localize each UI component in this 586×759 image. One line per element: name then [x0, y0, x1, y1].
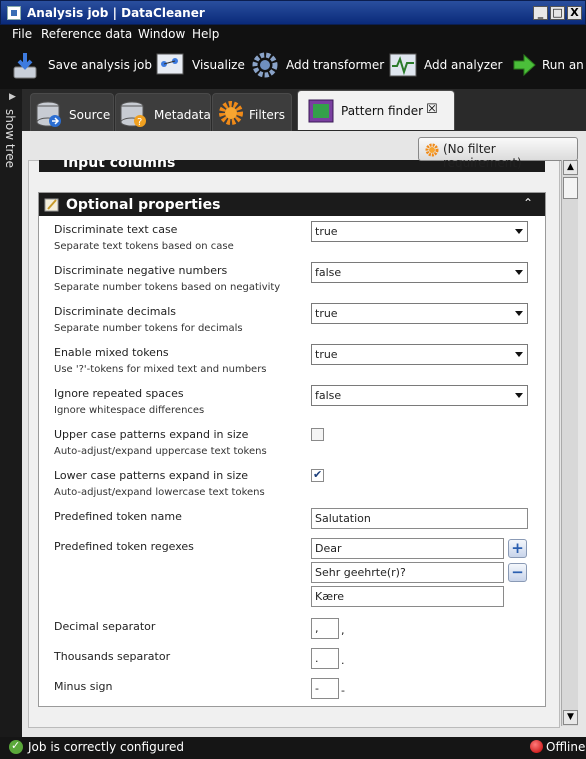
app-icon — [7, 6, 21, 20]
offline-indicator-icon — [530, 740, 543, 753]
property-label: Ignore repeated spaces — [54, 387, 184, 400]
scroll-down-icon[interactable]: ▼ — [563, 710, 578, 725]
ignore-repeated-spaces-select[interactable]: false — [311, 385, 528, 406]
token-regex-input[interactable]: Sehr geehrte(r)? — [311, 562, 504, 583]
gear-icon — [252, 52, 278, 78]
title-bar: Analysis job | DataCleaner _ □ X — [0, 0, 586, 25]
tab-bar: Source ? Metadata Filters Pattern finder… — [22, 89, 586, 131]
visualize-button[interactable]: Visualize — [155, 51, 245, 81]
database-icon — [36, 101, 61, 127]
visualize-icon — [156, 53, 184, 75]
vertical-scrollbar[interactable]: ▲ ▼ — [561, 160, 578, 726]
window-title: Analysis job | DataCleaner — [27, 6, 205, 20]
tab-source[interactable]: Source — [30, 93, 114, 131]
dropdown-arrow-icon — [515, 311, 523, 316]
status-message: Job is correctly configured — [28, 740, 184, 754]
add-regex-button[interactable]: + — [508, 539, 527, 558]
add-analyzer-button[interactable]: Add analyzer — [388, 51, 503, 81]
discriminate-text-case-select[interactable]: true — [311, 221, 528, 242]
close-button[interactable]: X — [567, 6, 582, 20]
analyzer-icon — [389, 53, 417, 77]
dropdown-arrow-icon — [515, 270, 523, 275]
add-transformer-button[interactable]: Add transformer — [251, 51, 386, 81]
tab-filters[interactable]: Filters — [212, 93, 292, 131]
property-label: Minus sign — [54, 680, 113, 693]
property-label: Discriminate text case — [54, 223, 178, 236]
maximize-button[interactable]: □ — [550, 6, 565, 20]
property-label: Discriminate decimals — [54, 305, 177, 318]
filter-requirement-button[interactable]: (No filter requirement) — [418, 137, 578, 170]
check-icon — [9, 739, 23, 754]
show-tree-panel[interactable]: ▶ show tree — [0, 89, 22, 737]
close-tab-icon[interactable]: ☒ — [426, 102, 438, 117]
discriminate-negative-numbers-select[interactable]: false — [311, 262, 528, 283]
run-arrow-icon — [513, 53, 536, 77]
show-tree-label: show tree — [3, 109, 17, 168]
scroll-thumb[interactable] — [563, 177, 578, 199]
property-description: Separate text tokens based on case — [54, 241, 234, 252]
thousands-separator-preview: . — [341, 654, 345, 667]
property-label: Discriminate negative numbers — [54, 264, 228, 277]
dropdown-arrow-icon — [515, 393, 523, 398]
filter-gear-icon — [219, 101, 243, 125]
property-label: Lower case patterns expand in size — [54, 469, 248, 482]
collapse-icon[interactable]: ⌃ — [523, 196, 533, 210]
tab-pattern-finder[interactable]: Pattern finder ☒ — [297, 90, 455, 130]
lower-case-expand-checkbox[interactable] — [311, 468, 324, 482]
filter-gear-icon — [425, 143, 439, 157]
decimal-separator-preview: , — [341, 624, 345, 637]
menu-file[interactable]: File — [12, 27, 32, 41]
pattern-finder-icon — [308, 99, 334, 123]
property-label: Predefined token regexes — [54, 540, 194, 553]
property-label: Predefined token name — [54, 510, 182, 523]
decimal-separator-input[interactable]: , — [311, 618, 339, 639]
predefined-token-name-input[interactable]: Salutation — [311, 508, 528, 529]
remove-regex-button[interactable]: − — [508, 563, 527, 582]
minus-sign-preview: - — [341, 684, 345, 697]
expand-arrow-icon: ▶ — [9, 92, 16, 102]
property-description: Auto-adjust/expand uppercase text tokens — [54, 446, 267, 457]
minimize-button[interactable]: _ — [533, 6, 548, 20]
save-icon — [13, 53, 37, 79]
run-button[interactable]: Run an — [512, 51, 586, 81]
property-description: Use '?'-tokens for mixed text and number… — [54, 364, 267, 375]
dropdown-arrow-icon — [515, 229, 523, 234]
menu-reference-data[interactable]: Reference data — [41, 27, 132, 41]
tab-metadata[interactable]: ? Metadata — [115, 93, 211, 131]
menu-bar: File Reference data Window Help — [0, 25, 586, 43]
discriminate-decimals-select[interactable]: true — [311, 303, 528, 324]
menu-window[interactable]: Window — [138, 27, 185, 41]
token-regex-input[interactable]: Dear — [311, 538, 504, 559]
property-description: Ignore whitespace differences — [54, 405, 205, 416]
scroll-up-icon[interactable]: ▲ — [563, 160, 578, 175]
connection-mode: Offline — [546, 740, 586, 754]
thousands-separator-input[interactable]: . — [311, 648, 339, 669]
enable-mixed-tokens-select[interactable]: true — [311, 344, 528, 365]
upper-case-expand-checkbox[interactable] — [311, 428, 324, 441]
property-label: Enable mixed tokens — [54, 346, 169, 359]
property-description: Separate number tokens for decimals — [54, 323, 243, 334]
menu-help[interactable]: Help — [192, 27, 219, 41]
property-label: Thousands separator — [54, 650, 171, 663]
toolbar: Save analysis job Visualize Add transfor… — [0, 43, 586, 89]
property-label: Upper case patterns expand in size — [54, 428, 249, 441]
database-question-icon: ? — [120, 101, 146, 128]
minus-sign-input[interactable]: - — [311, 678, 339, 699]
property-label: Decimal separator — [54, 620, 156, 633]
status-bar: Job is correctly configured Offline — [0, 737, 586, 759]
property-description: Separate number tokens based on negativi… — [54, 282, 281, 293]
svg-text:?: ? — [137, 117, 142, 128]
save-analysis-job-button[interactable]: Save analysis job — [10, 51, 152, 81]
edit-note-icon — [44, 198, 59, 212]
token-regex-input[interactable]: Kære — [311, 586, 504, 607]
property-description: Auto-adjust/expand lowercase text tokens — [54, 487, 265, 498]
optional-properties-header[interactable]: Optional properties ⌃ — [39, 193, 545, 216]
dropdown-arrow-icon — [515, 352, 523, 357]
